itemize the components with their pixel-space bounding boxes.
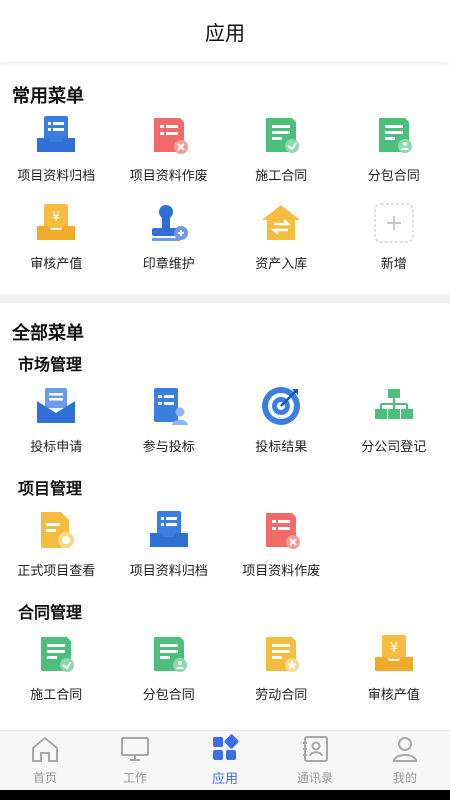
common-item-label: 项目资料归档 bbox=[17, 169, 96, 184]
org-chart-icon bbox=[373, 385, 415, 427]
tab-label: 应用 bbox=[211, 772, 238, 787]
archive-tray-icon bbox=[35, 114, 77, 156]
labor-contract-icon bbox=[260, 633, 302, 675]
svg-text:¥: ¥ bbox=[52, 210, 60, 225]
market-item-bid-apply[interactable]: 投标申请 bbox=[0, 385, 113, 475]
page-title: 应用 bbox=[205, 20, 245, 45]
project-view-icon bbox=[35, 509, 77, 551]
section-divider bbox=[0, 294, 450, 303]
output-value-icon: ¥ bbox=[373, 633, 415, 675]
construction-contract-icon bbox=[35, 633, 77, 675]
contract-item-label: 施工合同 bbox=[30, 688, 83, 703]
project-grid: 正式项目查看 项目资料归档 项目资料作废 bbox=[0, 499, 450, 599]
add-icon bbox=[373, 202, 415, 244]
construction-contract-icon bbox=[260, 114, 302, 156]
system-bottom-bar bbox=[0, 790, 450, 800]
common-item-label: 印章维护 bbox=[142, 257, 195, 272]
target-icon bbox=[260, 385, 302, 427]
project-item-void[interactable]: 项目资料作废 bbox=[225, 509, 338, 599]
common-item-asset[interactable]: 资产入库 bbox=[225, 202, 338, 290]
void-document-icon bbox=[260, 509, 302, 551]
group-title-market: 市场管理 bbox=[18, 355, 83, 374]
bottom-tab-bar: 首页 工作 应用 通讯录 我的 bbox=[0, 730, 450, 790]
common-item-label: 施工合同 bbox=[255, 169, 308, 184]
common-item-add[interactable]: 新增 bbox=[338, 202, 450, 290]
project-item-label: 正式项目查看 bbox=[17, 564, 96, 579]
common-item-label: 资产入库 bbox=[255, 257, 308, 272]
all-menu-section: 全部菜单 市场管理 投标申请 参与投标 投标结果 分公司登记 项目管理 正式项目… bbox=[0, 303, 450, 717]
subcontract-icon bbox=[373, 114, 415, 156]
market-item-label: 投标申请 bbox=[30, 440, 83, 455]
contract-item-labor[interactable]: 劳动合同 bbox=[225, 633, 338, 717]
tab-label: 首页 bbox=[32, 771, 57, 785]
contract-grid: 施工合同 分包合同 劳动合同 ¥ 审核产值 bbox=[0, 623, 450, 717]
common-item-label: 项目资料作废 bbox=[129, 169, 208, 184]
home-icon bbox=[30, 735, 60, 767]
archive-tray-icon bbox=[148, 509, 190, 551]
tab-label: 通讯录 bbox=[296, 771, 333, 785]
group-title-contract: 合同管理 bbox=[18, 603, 83, 622]
common-item-subcontract[interactable]: 分包合同 bbox=[338, 114, 450, 202]
common-item-output[interactable]: ¥ 审核产值 bbox=[0, 202, 113, 290]
common-item-label: 审核产值 bbox=[30, 257, 83, 272]
market-item-label: 投标结果 bbox=[255, 440, 308, 455]
tab-apps[interactable]: 应用 bbox=[180, 731, 270, 790]
asset-storage-icon bbox=[260, 202, 302, 244]
group-title-project: 项目管理 bbox=[18, 479, 83, 498]
subcontract-icon bbox=[148, 633, 190, 675]
common-menu-section: 常用菜单 项目资料归档 项目资料作废 施工合同 分包合同 ¥ 审核产值 印章维护… bbox=[0, 62, 450, 294]
market-item-label: 分公司登记 bbox=[361, 440, 427, 455]
project-item-view[interactable]: 正式项目查看 bbox=[0, 509, 113, 599]
common-item-void[interactable]: 项目资料作废 bbox=[113, 114, 226, 202]
common-item-archive[interactable]: 项目资料归档 bbox=[0, 114, 113, 202]
join-bid-icon bbox=[148, 385, 190, 427]
void-document-icon bbox=[148, 114, 190, 156]
common-item-seal[interactable]: 印章维护 bbox=[113, 202, 226, 290]
all-menu-title: 全部菜单 bbox=[12, 323, 84, 344]
project-item-archive[interactable]: 项目资料归档 bbox=[113, 509, 226, 599]
user-icon bbox=[390, 735, 420, 767]
seal-icon bbox=[148, 202, 190, 244]
contract-item-output[interactable]: ¥ 审核产值 bbox=[338, 633, 450, 717]
market-grid: 投标申请 参与投标 投标结果 分公司登记 bbox=[0, 375, 450, 475]
project-item-label: 项目资料归档 bbox=[129, 564, 208, 579]
apps-icon bbox=[210, 734, 240, 766]
tab-label: 工作 bbox=[122, 771, 147, 785]
market-item-branch[interactable]: 分公司登记 bbox=[338, 385, 450, 475]
contract-item-label: 分包合同 bbox=[142, 688, 195, 703]
tab-home[interactable]: 首页 bbox=[0, 731, 90, 790]
contacts-icon bbox=[300, 735, 330, 767]
app-header: 应用 bbox=[0, 0, 450, 62]
market-item-join-bid[interactable]: 参与投标 bbox=[113, 385, 226, 475]
contract-item-label: 审核产值 bbox=[367, 688, 420, 703]
svg-text:¥: ¥ bbox=[390, 641, 398, 656]
common-item-construction[interactable]: 施工合同 bbox=[225, 114, 338, 202]
tab-label: 我的 bbox=[392, 771, 417, 785]
tab-mine[interactable]: 我的 bbox=[360, 731, 450, 790]
output-value-icon: ¥ bbox=[35, 202, 77, 244]
bid-application-icon bbox=[35, 385, 77, 427]
monitor-icon bbox=[120, 735, 150, 767]
contract-item-subcontract[interactable]: 分包合同 bbox=[113, 633, 226, 717]
contract-item-label: 劳动合同 bbox=[255, 688, 308, 703]
common-item-label: 新增 bbox=[380, 257, 407, 272]
project-item-label: 项目资料作废 bbox=[242, 564, 321, 579]
tab-contacts[interactable]: 通讯录 bbox=[270, 731, 360, 790]
contract-item-construction[interactable]: 施工合同 bbox=[0, 633, 113, 717]
tab-work[interactable]: 工作 bbox=[90, 731, 180, 790]
market-item-bid-result[interactable]: 投标结果 bbox=[225, 385, 338, 475]
common-menu-grid: 项目资料归档 项目资料作废 施工合同 分包合同 ¥ 审核产值 印章维护 资产入库… bbox=[0, 114, 450, 290]
market-item-label: 参与投标 bbox=[142, 440, 195, 455]
common-item-label: 分包合同 bbox=[367, 169, 420, 184]
common-menu-title: 常用菜单 bbox=[12, 86, 84, 107]
